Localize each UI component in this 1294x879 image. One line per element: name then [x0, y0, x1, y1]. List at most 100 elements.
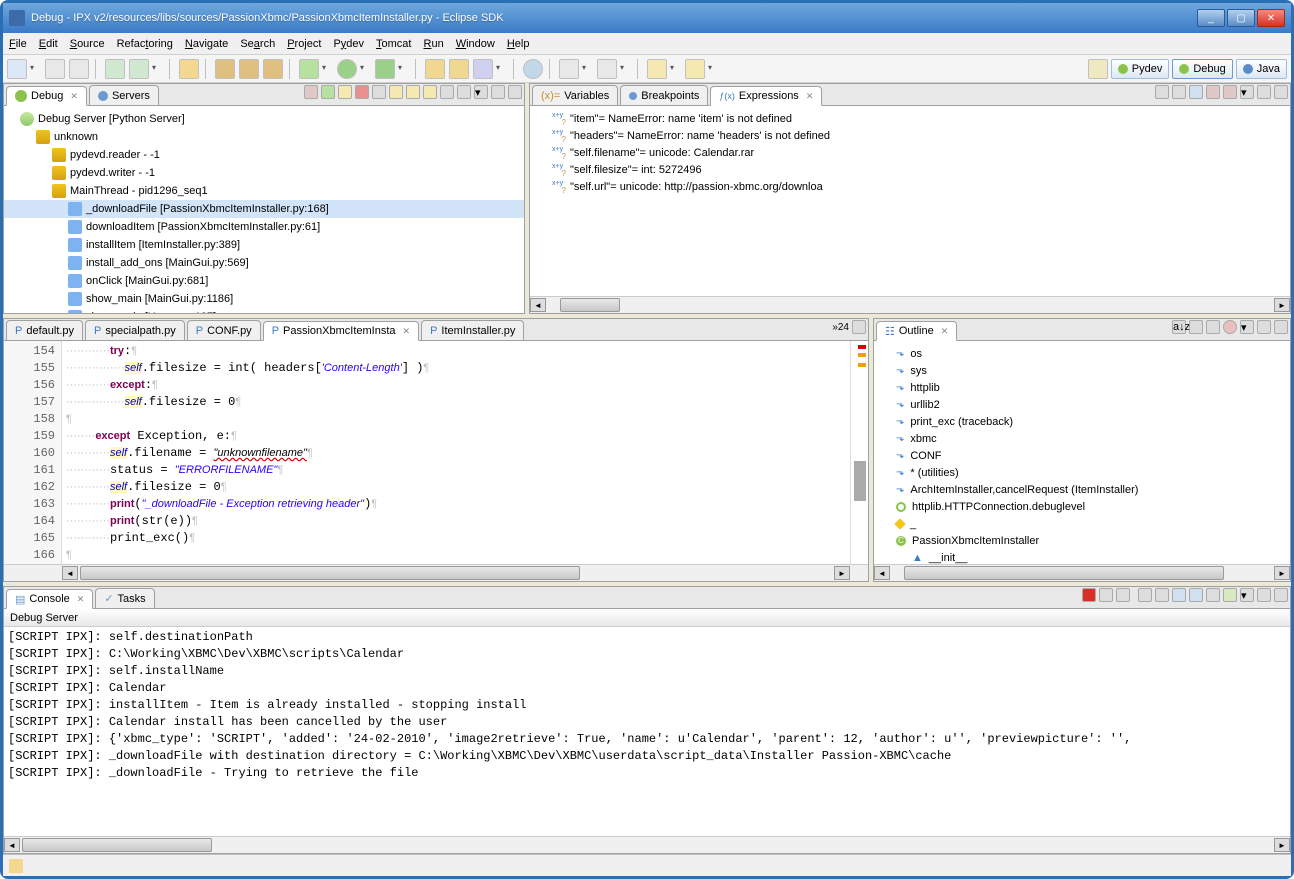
- maximize-view-icon[interactable]: [508, 85, 522, 99]
- search-button[interactable]: [473, 59, 493, 79]
- outline-item[interactable]: ⬎xbmc: [876, 430, 1288, 447]
- scroll-left-icon[interactable]: ◄: [62, 566, 78, 580]
- remove-expression-icon[interactable]: [1206, 85, 1220, 99]
- outline-item[interactable]: httplib.HTTPConnection.debuglevel: [876, 498, 1288, 515]
- outline-scrollbar[interactable]: ◄ ►: [874, 564, 1290, 581]
- suspend-icon[interactable]: [338, 85, 352, 99]
- editor-tab[interactable]: PItemInstaller.py: [421, 320, 524, 340]
- menu-project[interactable]: Project: [287, 38, 321, 50]
- scroll-right-icon[interactable]: ►: [834, 566, 850, 580]
- minimize-button[interactable]: _: [1197, 9, 1225, 27]
- menu-run[interactable]: Run: [424, 38, 444, 50]
- menu-help[interactable]: Help: [507, 38, 530, 50]
- display-console-icon[interactable]: [1189, 588, 1203, 602]
- minimize-view-icon[interactable]: [491, 85, 505, 99]
- menu-pydev[interactable]: Pydev: [333, 38, 364, 50]
- remove-all-launches-icon[interactable]: [1116, 588, 1130, 602]
- debug-node[interactable]: downloadItem [PassionXbmcItemInstaller.p…: [4, 218, 524, 236]
- servers-tab[interactable]: Servers: [89, 85, 159, 105]
- scroll-thumb[interactable]: [560, 298, 620, 312]
- scroll-left-icon[interactable]: ◄: [530, 298, 546, 312]
- console-drop-icon[interactable]: ▾: [1240, 588, 1254, 602]
- menu-navigate[interactable]: Navigate: [185, 38, 228, 50]
- expression-item[interactable]: "headers"= NameError: name 'headers' is …: [532, 127, 1288, 144]
- remove-launch-icon[interactable]: [1099, 588, 1113, 602]
- save-all-button[interactable]: [69, 59, 89, 79]
- remove-terminated-icon[interactable]: [304, 85, 318, 99]
- cat1-icon[interactable]: [215, 59, 235, 79]
- code-area[interactable]: ············try:¶ ················self.f…: [62, 341, 850, 564]
- open-console-icon[interactable]: [1206, 588, 1220, 602]
- tomcat-start-icon[interactable]: [179, 59, 199, 79]
- debug-node[interactable]: onClick [MainGui.py:681]: [4, 272, 524, 290]
- outline-item[interactable]: ⬎sys: [876, 362, 1288, 379]
- editor-tab[interactable]: Pdefault.py: [6, 320, 83, 340]
- breakpoints-tab[interactable]: Breakpoints: [620, 85, 708, 105]
- close-icon[interactable]: ✕: [70, 91, 78, 102]
- close-icon[interactable]: ✕: [77, 594, 85, 605]
- breakpoint-button[interactable]: [129, 59, 149, 79]
- forward-button[interactable]: [685, 59, 705, 79]
- expression-item[interactable]: "self.filename"= unicode: Calendar.rar: [532, 144, 1288, 161]
- scroll-thumb[interactable]: [80, 566, 580, 580]
- close-button[interactable]: ✕: [1257, 9, 1285, 27]
- console-scrollbar[interactable]: ◄ ►: [4, 836, 1290, 853]
- debug-tab[interactable]: Debug✕: [6, 86, 87, 106]
- new-button[interactable]: [7, 59, 27, 79]
- terminate-console-icon[interactable]: [1082, 588, 1096, 602]
- back-button[interactable]: [647, 59, 667, 79]
- outline-tab[interactable]: ☷Outline✕: [876, 321, 957, 341]
- editor-tab[interactable]: PPassionXbmcItemInsta✕: [263, 321, 419, 341]
- menu-refactoring[interactable]: Refactoring: [117, 38, 173, 50]
- maximize-button[interactable]: ▢: [1227, 9, 1255, 27]
- nav-next-button[interactable]: [559, 59, 579, 79]
- scroll-thumb[interactable]: [22, 838, 212, 852]
- view-menu-icon[interactable]: ▾: [474, 85, 488, 99]
- view-menu-icon[interactable]: ▾: [1240, 85, 1254, 99]
- step-into-icon[interactable]: [389, 85, 403, 99]
- menu-source[interactable]: Source: [70, 38, 105, 50]
- menu-tomcat[interactable]: Tomcat: [376, 38, 411, 50]
- nav-prev-button[interactable]: [597, 59, 617, 79]
- debug-tree[interactable]: Debug Server [Python Server]unknownpydev…: [4, 106, 524, 313]
- tasks-tab[interactable]: ✓Tasks: [95, 588, 154, 608]
- collapse-all-icon[interactable]: [1172, 85, 1186, 99]
- overview-ruler[interactable]: [850, 341, 868, 564]
- editor-area[interactable]: 154155156157158159160161162163164165166 …: [4, 341, 868, 564]
- debug-button[interactable]: [299, 59, 319, 79]
- expression-item[interactable]: "item"= NameError: name 'item' is not de…: [532, 110, 1288, 127]
- menu-file[interactable]: File: [9, 38, 27, 50]
- focus-icon[interactable]: [1223, 320, 1237, 334]
- scroll-right-icon[interactable]: ►: [1274, 566, 1290, 580]
- close-icon[interactable]: ✕: [806, 91, 814, 102]
- debug-node[interactable]: show_main [Home.py:197]: [4, 308, 524, 313]
- expression-item[interactable]: "self.filesize"= int: 5272496: [532, 161, 1288, 178]
- console-output[interactable]: [SCRIPT IPX]: self.destinationPath [SCRI…: [4, 627, 1290, 836]
- expression-list[interactable]: "item"= NameError: name 'item' is not de…: [530, 106, 1290, 296]
- maximize-editor-icon[interactable]: [852, 320, 866, 334]
- link-icon[interactable]: [1206, 320, 1220, 334]
- sort-icon[interactable]: a↓z: [1172, 320, 1186, 334]
- close-icon[interactable]: ✕: [403, 326, 411, 337]
- debug-node[interactable]: pydevd.writer - -1: [4, 164, 524, 182]
- view-menu-icon[interactable]: ▾: [1240, 320, 1254, 334]
- scroll-left-icon[interactable]: ◄: [874, 566, 890, 580]
- scroll-right-icon[interactable]: ►: [1274, 838, 1290, 852]
- open-perspective-button[interactable]: [1088, 59, 1108, 79]
- scroll-lock-icon[interactable]: [1155, 588, 1169, 602]
- console-tab[interactable]: ▤Console✕: [6, 589, 93, 609]
- outline-item[interactable]: ⬎urllib2: [876, 396, 1288, 413]
- debug-node[interactable]: installItem [ItemInstaller.py:389]: [4, 236, 524, 254]
- open-folder-icon[interactable]: [449, 59, 469, 79]
- close-icon[interactable]: ✕: [941, 326, 949, 337]
- clear-console-icon[interactable]: [1138, 588, 1152, 602]
- variables-tab[interactable]: (x)=Variables: [532, 85, 618, 105]
- add-expression-icon[interactable]: [1189, 85, 1203, 99]
- debug-node[interactable]: Debug Server [Python Server]: [4, 110, 524, 128]
- show-type-icon[interactable]: [1155, 85, 1169, 99]
- perspective-debug[interactable]: Debug: [1172, 59, 1232, 79]
- globe-icon[interactable]: [523, 59, 543, 79]
- remove-all-icon[interactable]: [1223, 85, 1237, 99]
- disconnect-icon[interactable]: [372, 85, 386, 99]
- outline-item[interactable]: ⬎ArchItemInstaller,cancelRequest (ItemIn…: [876, 481, 1288, 498]
